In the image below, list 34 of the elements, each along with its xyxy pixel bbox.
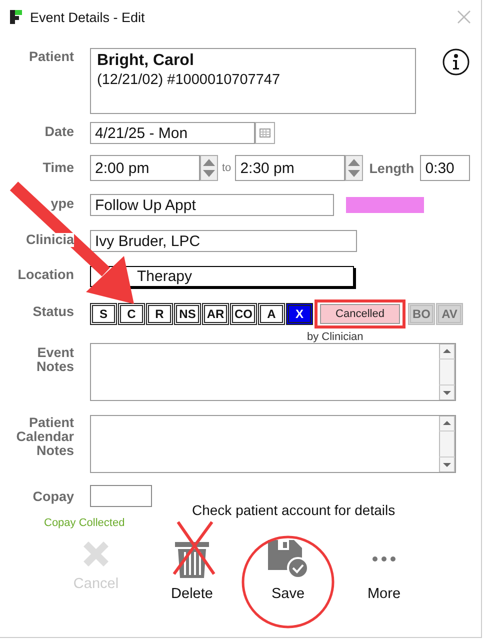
clinician-field[interactable]: Ivy Bruder, LPC <box>90 230 357 252</box>
more-button[interactable]: More <box>336 540 432 602</box>
status-button[interactable]: NS <box>174 303 201 325</box>
field-label: Copay <box>32 490 74 504</box>
field-label: Date <box>44 125 74 140</box>
info-message: Check patient account for details <box>192 502 396 518</box>
delete-button[interactable]: Delete <box>144 540 240 602</box>
end-time-field[interactable]: 2:30 pm <box>235 155 346 181</box>
field-label: Length <box>369 160 414 176</box>
status-button[interactable]: CO <box>230 303 257 325</box>
field-label: Location <box>18 268 74 282</box>
status-button[interactable]: AR <box>202 303 229 325</box>
date-field[interactable]: 4/21/25 - Mon <box>90 122 255 144</box>
patient-name: Bright, Carol <box>97 52 195 70</box>
field-label: Clinicia <box>26 233 74 248</box>
save-button[interactable]: Save <box>240 540 336 602</box>
separator-text: to <box>222 162 232 174</box>
patient-details: (12/21/02) #1000010707747 <box>97 72 282 88</box>
start-time-field[interactable]: 2:00 pm <box>90 155 200 181</box>
status-button[interactable]: X <box>286 303 313 325</box>
status-button[interactable]: C <box>118 303 145 325</box>
patient-field[interactable]: Bright, Carol (12/21/02) #1000010707747 <box>90 48 416 114</box>
field-label: Status <box>32 305 74 320</box>
field-label: Time <box>42 161 74 176</box>
status-note: by Clinician <box>307 331 364 343</box>
window-title: Event Details - Edit <box>30 10 145 24</box>
status-button[interactable]: A <box>258 303 285 325</box>
length-field[interactable]: 0:30 <box>420 155 470 181</box>
status-button[interactable]: S <box>90 303 117 325</box>
copay-status-text: Copay Collected <box>44 517 125 529</box>
field-label: Patient <box>28 50 74 64</box>
type-field[interactable]: Follow Up Appt <box>90 194 334 216</box>
status-reason-field: Cancelled <box>320 304 400 324</box>
status-button[interactable]: R <box>146 303 173 325</box>
